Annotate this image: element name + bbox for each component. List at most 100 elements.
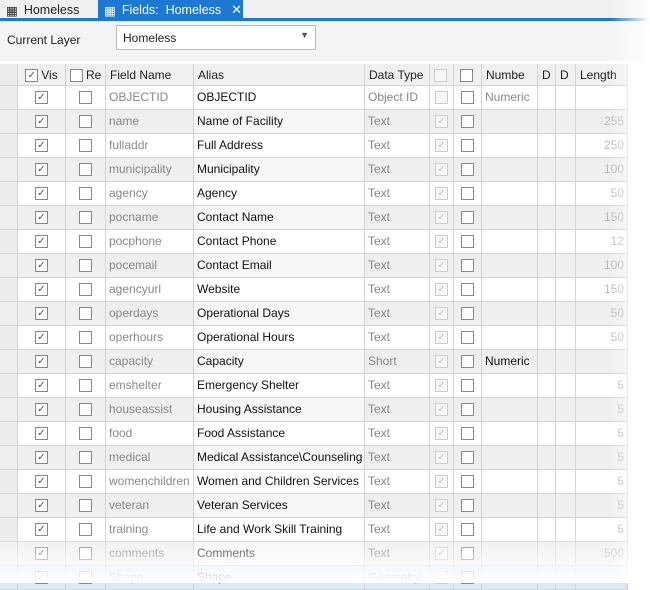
number-format-cell[interactable] <box>482 206 538 230</box>
data-type-cell[interactable]: Text <box>365 110 430 134</box>
domain-cell[interactable] <box>538 398 556 422</box>
row-header[interactable] <box>0 326 18 350</box>
domain-cell[interactable] <box>538 254 556 278</box>
default-cell[interactable] <box>556 398 576 422</box>
data-type-cell[interactable]: Text <box>365 254 430 278</box>
allow-null-cell[interactable]: ✓ <box>430 302 454 326</box>
allow-null-checkbox[interactable]: ✓ <box>435 187 448 201</box>
domain-cell[interactable] <box>538 86 556 110</box>
readonly-checkbox[interactable] <box>79 259 92 273</box>
row-header[interactable] <box>0 470 18 494</box>
alias-cell[interactable]: Contact Phone <box>194 230 365 254</box>
allow-null-checkbox[interactable]: ✓ <box>435 307 448 321</box>
row-header[interactable] <box>0 494 18 518</box>
header-readonly[interactable]: Re <box>66 64 106 86</box>
highlight-cell[interactable] <box>454 494 482 518</box>
highlight-checkbox[interactable] <box>461 451 474 465</box>
field-name-cell[interactable]: veteran <box>106 494 194 518</box>
visible-checkbox[interactable]: ✓ <box>35 307 48 321</box>
field-name-cell[interactable]: OBJECTID <box>106 86 194 110</box>
number-format-cell[interactable] <box>482 182 538 206</box>
visible-cell[interactable]: ✓ <box>18 422 66 446</box>
allow-null-cell[interactable]: ✓ <box>430 494 454 518</box>
field-name-cell[interactable]: operdays <box>106 302 194 326</box>
visible-checkbox[interactable]: ✓ <box>35 331 48 345</box>
readonly-cell[interactable] <box>66 398 106 422</box>
domain-cell[interactable] <box>538 374 556 398</box>
domain-cell[interactable] <box>538 446 556 470</box>
tab-homeless-table[interactable]: ▦ Homeless <box>0 0 98 20</box>
checkbox[interactable] <box>70 69 83 83</box>
visible-cell[interactable]: ✓ <box>18 158 66 182</box>
readonly-checkbox[interactable] <box>79 331 92 345</box>
readonly-cell[interactable] <box>66 302 106 326</box>
visible-checkbox[interactable]: ✓ <box>35 91 48 105</box>
allow-null-checkbox[interactable]: ✓ <box>435 139 448 153</box>
number-format-cell[interactable] <box>482 374 538 398</box>
domain-cell[interactable] <box>538 182 556 206</box>
default-cell[interactable] <box>556 182 576 206</box>
row-header[interactable] <box>0 182 18 206</box>
default-cell[interactable] <box>556 470 576 494</box>
field-name-cell[interactable]: food <box>106 422 194 446</box>
highlight-cell[interactable] <box>454 302 482 326</box>
allow-null-checkbox[interactable]: ✓ <box>435 379 448 393</box>
domain-cell[interactable] <box>538 110 556 134</box>
alias-cell[interactable]: Food Assistance <box>194 422 365 446</box>
data-type-cell[interactable]: Short <box>365 350 430 374</box>
allow-null-checkbox[interactable]: ✓ <box>435 355 448 369</box>
readonly-cell[interactable] <box>66 86 106 110</box>
default-cell[interactable] <box>556 158 576 182</box>
header-field-name[interactable]: Field Name <box>106 64 194 86</box>
allow-null-cell[interactable]: ✓ <box>430 470 454 494</box>
data-type-cell[interactable]: Text <box>365 326 430 350</box>
visible-cell[interactable]: ✓ <box>18 326 66 350</box>
data-type-cell[interactable]: Text <box>365 278 430 302</box>
table-row[interactable]: ✓ agency Agency Text ✓ 50 <box>0 182 650 206</box>
visible-checkbox[interactable]: ✓ <box>35 427 48 441</box>
allow-null-cell[interactable]: ✓ <box>430 374 454 398</box>
tab-fields-homeless[interactable]: ▦ Fields: Homeless ✕ <box>98 0 243 20</box>
allow-null-checkbox[interactable]: ✓ <box>435 499 448 513</box>
highlight-checkbox[interactable] <box>461 475 474 489</box>
row-header[interactable] <box>0 422 18 446</box>
row-header[interactable] <box>0 158 18 182</box>
default-cell[interactable] <box>556 494 576 518</box>
row-header[interactable] <box>0 254 18 278</box>
allow-null-cell[interactable]: ✓ <box>430 398 454 422</box>
highlight-checkbox[interactable] <box>461 283 474 297</box>
readonly-checkbox[interactable] <box>79 91 92 105</box>
allow-null-cell[interactable]: ✓ <box>430 158 454 182</box>
row-header[interactable] <box>0 110 18 134</box>
header-visible[interactable]: ✓ Vis <box>18 64 66 86</box>
highlight-cell[interactable] <box>454 206 482 230</box>
alias-cell[interactable]: Contact Name <box>194 206 365 230</box>
row-header[interactable] <box>0 206 18 230</box>
alias-cell[interactable]: Website <box>194 278 365 302</box>
highlight-checkbox[interactable] <box>461 91 474 105</box>
header-highlight[interactable] <box>454 64 482 86</box>
field-name-cell[interactable]: houseassist <box>106 398 194 422</box>
visible-cell[interactable]: ✓ <box>18 110 66 134</box>
field-name-cell[interactable]: pocphone <box>106 230 194 254</box>
highlight-cell[interactable] <box>454 134 482 158</box>
row-header[interactable] <box>0 374 18 398</box>
checkbox[interactable] <box>459 69 473 83</box>
readonly-cell[interactable] <box>66 326 106 350</box>
highlight-checkbox[interactable] <box>461 307 474 321</box>
highlight-checkbox[interactable] <box>461 355 474 369</box>
default-cell[interactable] <box>556 230 576 254</box>
highlight-cell[interactable] <box>454 278 482 302</box>
number-format-cell[interactable] <box>482 326 538 350</box>
readonly-cell[interactable] <box>66 470 106 494</box>
alias-cell[interactable]: Emergency Shelter <box>194 374 365 398</box>
domain-cell[interactable] <box>538 470 556 494</box>
visible-cell[interactable]: ✓ <box>18 350 66 374</box>
readonly-checkbox[interactable] <box>79 499 92 513</box>
field-name-cell[interactable]: capacity <box>106 350 194 374</box>
highlight-checkbox[interactable] <box>461 403 474 417</box>
data-type-cell[interactable]: Text <box>365 230 430 254</box>
field-name-cell[interactable]: operhours <box>106 326 194 350</box>
header-alias[interactable]: Alias <box>194 64 365 86</box>
readonly-cell[interactable] <box>66 422 106 446</box>
